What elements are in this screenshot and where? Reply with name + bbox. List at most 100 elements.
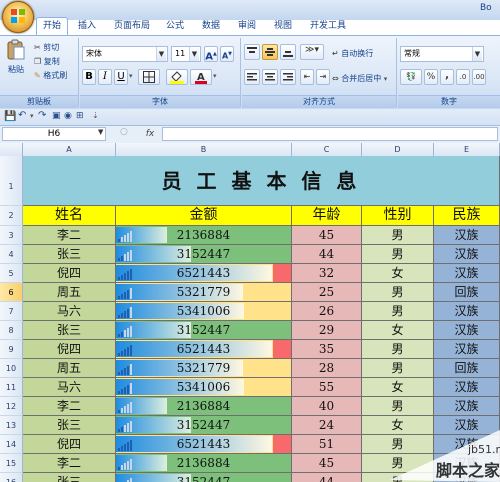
cell-name[interactable]: 马六 xyxy=(23,302,116,321)
cell-amount[interactable]: 6521443 xyxy=(116,435,292,454)
cell-name[interactable]: 倪四 xyxy=(23,435,116,454)
tab-7[interactable]: 开发工具 xyxy=(304,18,352,34)
row-header[interactable]: 2 xyxy=(0,206,23,226)
tab-6[interactable]: 视图 xyxy=(268,18,298,34)
cell-age[interactable]: 32 xyxy=(292,264,362,283)
chevron-down-icon[interactable]: ▼ xyxy=(98,128,103,136)
row-header[interactable]: 5 xyxy=(0,264,23,283)
font-color-button[interactable]: A xyxy=(190,69,212,85)
column-title-cell[interactable]: 民族 xyxy=(434,206,500,226)
record-macro-icon[interactable]: ◉ xyxy=(64,111,72,121)
row-header[interactable]: 6 xyxy=(0,283,23,302)
cell-ethnic[interactable]: 汉族 xyxy=(434,340,500,359)
cell-age[interactable]: 29 xyxy=(292,321,362,340)
redo-icon[interactable]: ↷ xyxy=(38,110,46,121)
paste-button[interactable]: 粘贴 xyxy=(4,39,28,79)
row-header[interactable]: 15 xyxy=(0,454,23,473)
percent-button[interactable]: % xyxy=(424,69,438,85)
shrink-font-button[interactable]: A▼ xyxy=(220,46,234,62)
wrap-text-button[interactable]: ↵ 自动换行 xyxy=(332,48,373,59)
row-header[interactable]: 8 xyxy=(0,321,23,340)
cell-name[interactable]: 倪四 xyxy=(23,264,116,283)
cell-amount[interactable]: 3152447 xyxy=(116,321,292,340)
row-header[interactable]: 14 xyxy=(0,435,23,454)
cell-ethnic[interactable]: 回族 xyxy=(434,283,500,302)
orientation-button[interactable]: ≫▾ xyxy=(300,44,324,60)
cell-name[interactable]: 张三 xyxy=(23,416,116,435)
borders-button[interactable] xyxy=(138,69,160,85)
font-name-select[interactable]: 宋体 ▼ xyxy=(82,46,168,62)
decrease-decimal-button[interactable]: .00 xyxy=(472,69,486,85)
tab-3[interactable]: 公式 xyxy=(160,18,190,34)
column-header[interactable]: A xyxy=(23,143,116,156)
cell-amount[interactable]: 3152447 xyxy=(116,473,292,482)
cell-amount[interactable]: 2136884 xyxy=(116,454,292,473)
cell-name[interactable]: 马六 xyxy=(23,378,116,397)
copy-button[interactable]: ❐ 复制 xyxy=(34,56,60,67)
row-header[interactable]: 9 xyxy=(0,340,23,359)
cell-name[interactable]: 李二 xyxy=(23,454,116,473)
increase-decimal-button[interactable]: .0 xyxy=(456,69,470,85)
merge-center-button[interactable]: ⇔ 合并后居中 ▾ xyxy=(332,73,387,84)
row-header[interactable]: 12 xyxy=(0,397,23,416)
cell-age[interactable]: 45 xyxy=(292,226,362,245)
cell-gender[interactable]: 女 xyxy=(362,264,434,283)
cell-age[interactable]: 25 xyxy=(292,283,362,302)
cell-age[interactable]: 28 xyxy=(292,359,362,378)
italic-button[interactable]: I xyxy=(98,69,112,85)
bold-button[interactable]: B xyxy=(82,69,96,85)
cell-name[interactable]: 李二 xyxy=(23,226,116,245)
print-preview-icon[interactable]: ▣ xyxy=(52,111,61,121)
row-header[interactable]: 4 xyxy=(0,245,23,264)
insert-function-button[interactable]: fx xyxy=(140,127,160,141)
align-middle-button[interactable] xyxy=(262,44,278,60)
align-left-button[interactable] xyxy=(244,69,260,85)
row-header[interactable]: 11 xyxy=(0,378,23,397)
row-header[interactable]: 3 xyxy=(0,226,23,245)
row-header[interactable]: 13 xyxy=(0,416,23,435)
align-bottom-button[interactable] xyxy=(280,44,296,60)
cell-amount[interactable]: 6521443 xyxy=(116,340,292,359)
grow-font-button[interactable]: A▲ xyxy=(204,46,218,62)
tab-1[interactable]: 插入 xyxy=(72,18,102,34)
cell-name[interactable]: 周五 xyxy=(23,283,116,302)
cell-name[interactable]: 张三 xyxy=(23,245,116,264)
column-header[interactable]: D xyxy=(362,143,434,156)
cell-amount[interactable]: 5341006 xyxy=(116,302,292,321)
column-header[interactable]: B xyxy=(116,143,292,156)
cell-gender[interactable]: 男 xyxy=(362,226,434,245)
insert-icon[interactable]: ⊞ xyxy=(76,111,84,121)
column-title-cell[interactable]: 性别 xyxy=(362,206,434,226)
office-button[interactable] xyxy=(2,1,34,33)
cell-ethnic[interactable]: 回族 xyxy=(434,359,500,378)
cell-amount[interactable]: 5341006 xyxy=(116,378,292,397)
cell-age[interactable]: 35 xyxy=(292,340,362,359)
format-painter-button[interactable]: ✎ 格式刷 xyxy=(34,70,67,81)
column-title-cell[interactable]: 姓名 xyxy=(23,206,116,226)
customize-toolbar-icon[interactable]: ⇣ xyxy=(92,111,99,120)
column-header[interactable]: E xyxy=(434,143,500,156)
cell-gender[interactable]: 男 xyxy=(362,245,434,264)
align-top-button[interactable] xyxy=(244,44,260,60)
comma-style-button[interactable]: , xyxy=(440,69,454,85)
cell-ethnic[interactable]: 汉族 xyxy=(434,264,500,283)
cell-amount[interactable]: 3152447 xyxy=(116,416,292,435)
column-title-cell[interactable]: 年龄 xyxy=(292,206,362,226)
fill-color-button[interactable] xyxy=(166,69,188,85)
select-all-corner[interactable] xyxy=(0,143,23,156)
save-icon[interactable]: 💾 xyxy=(4,111,16,122)
decrease-indent-button[interactable]: ⇤ xyxy=(300,69,314,85)
cell-age[interactable]: 44 xyxy=(292,245,362,264)
cell-ethnic[interactable]: 汉族 xyxy=(434,226,500,245)
cell-gender[interactable]: 男 xyxy=(362,340,434,359)
row-header[interactable]: 1 xyxy=(0,156,23,206)
cell-name[interactable]: 周五 xyxy=(23,359,116,378)
cell-ethnic[interactable]: 汉族 xyxy=(434,378,500,397)
cell-amount[interactable]: 6521443 xyxy=(116,264,292,283)
row-header[interactable]: 7 xyxy=(0,302,23,321)
row-header[interactable]: 10 xyxy=(0,359,23,378)
cell-gender[interactable]: 男 xyxy=(362,302,434,321)
tab-5[interactable]: 审阅 xyxy=(232,18,262,34)
tab-0[interactable]: 开始 xyxy=(36,17,69,36)
cut-button[interactable]: ✂ 剪切 xyxy=(34,42,59,53)
